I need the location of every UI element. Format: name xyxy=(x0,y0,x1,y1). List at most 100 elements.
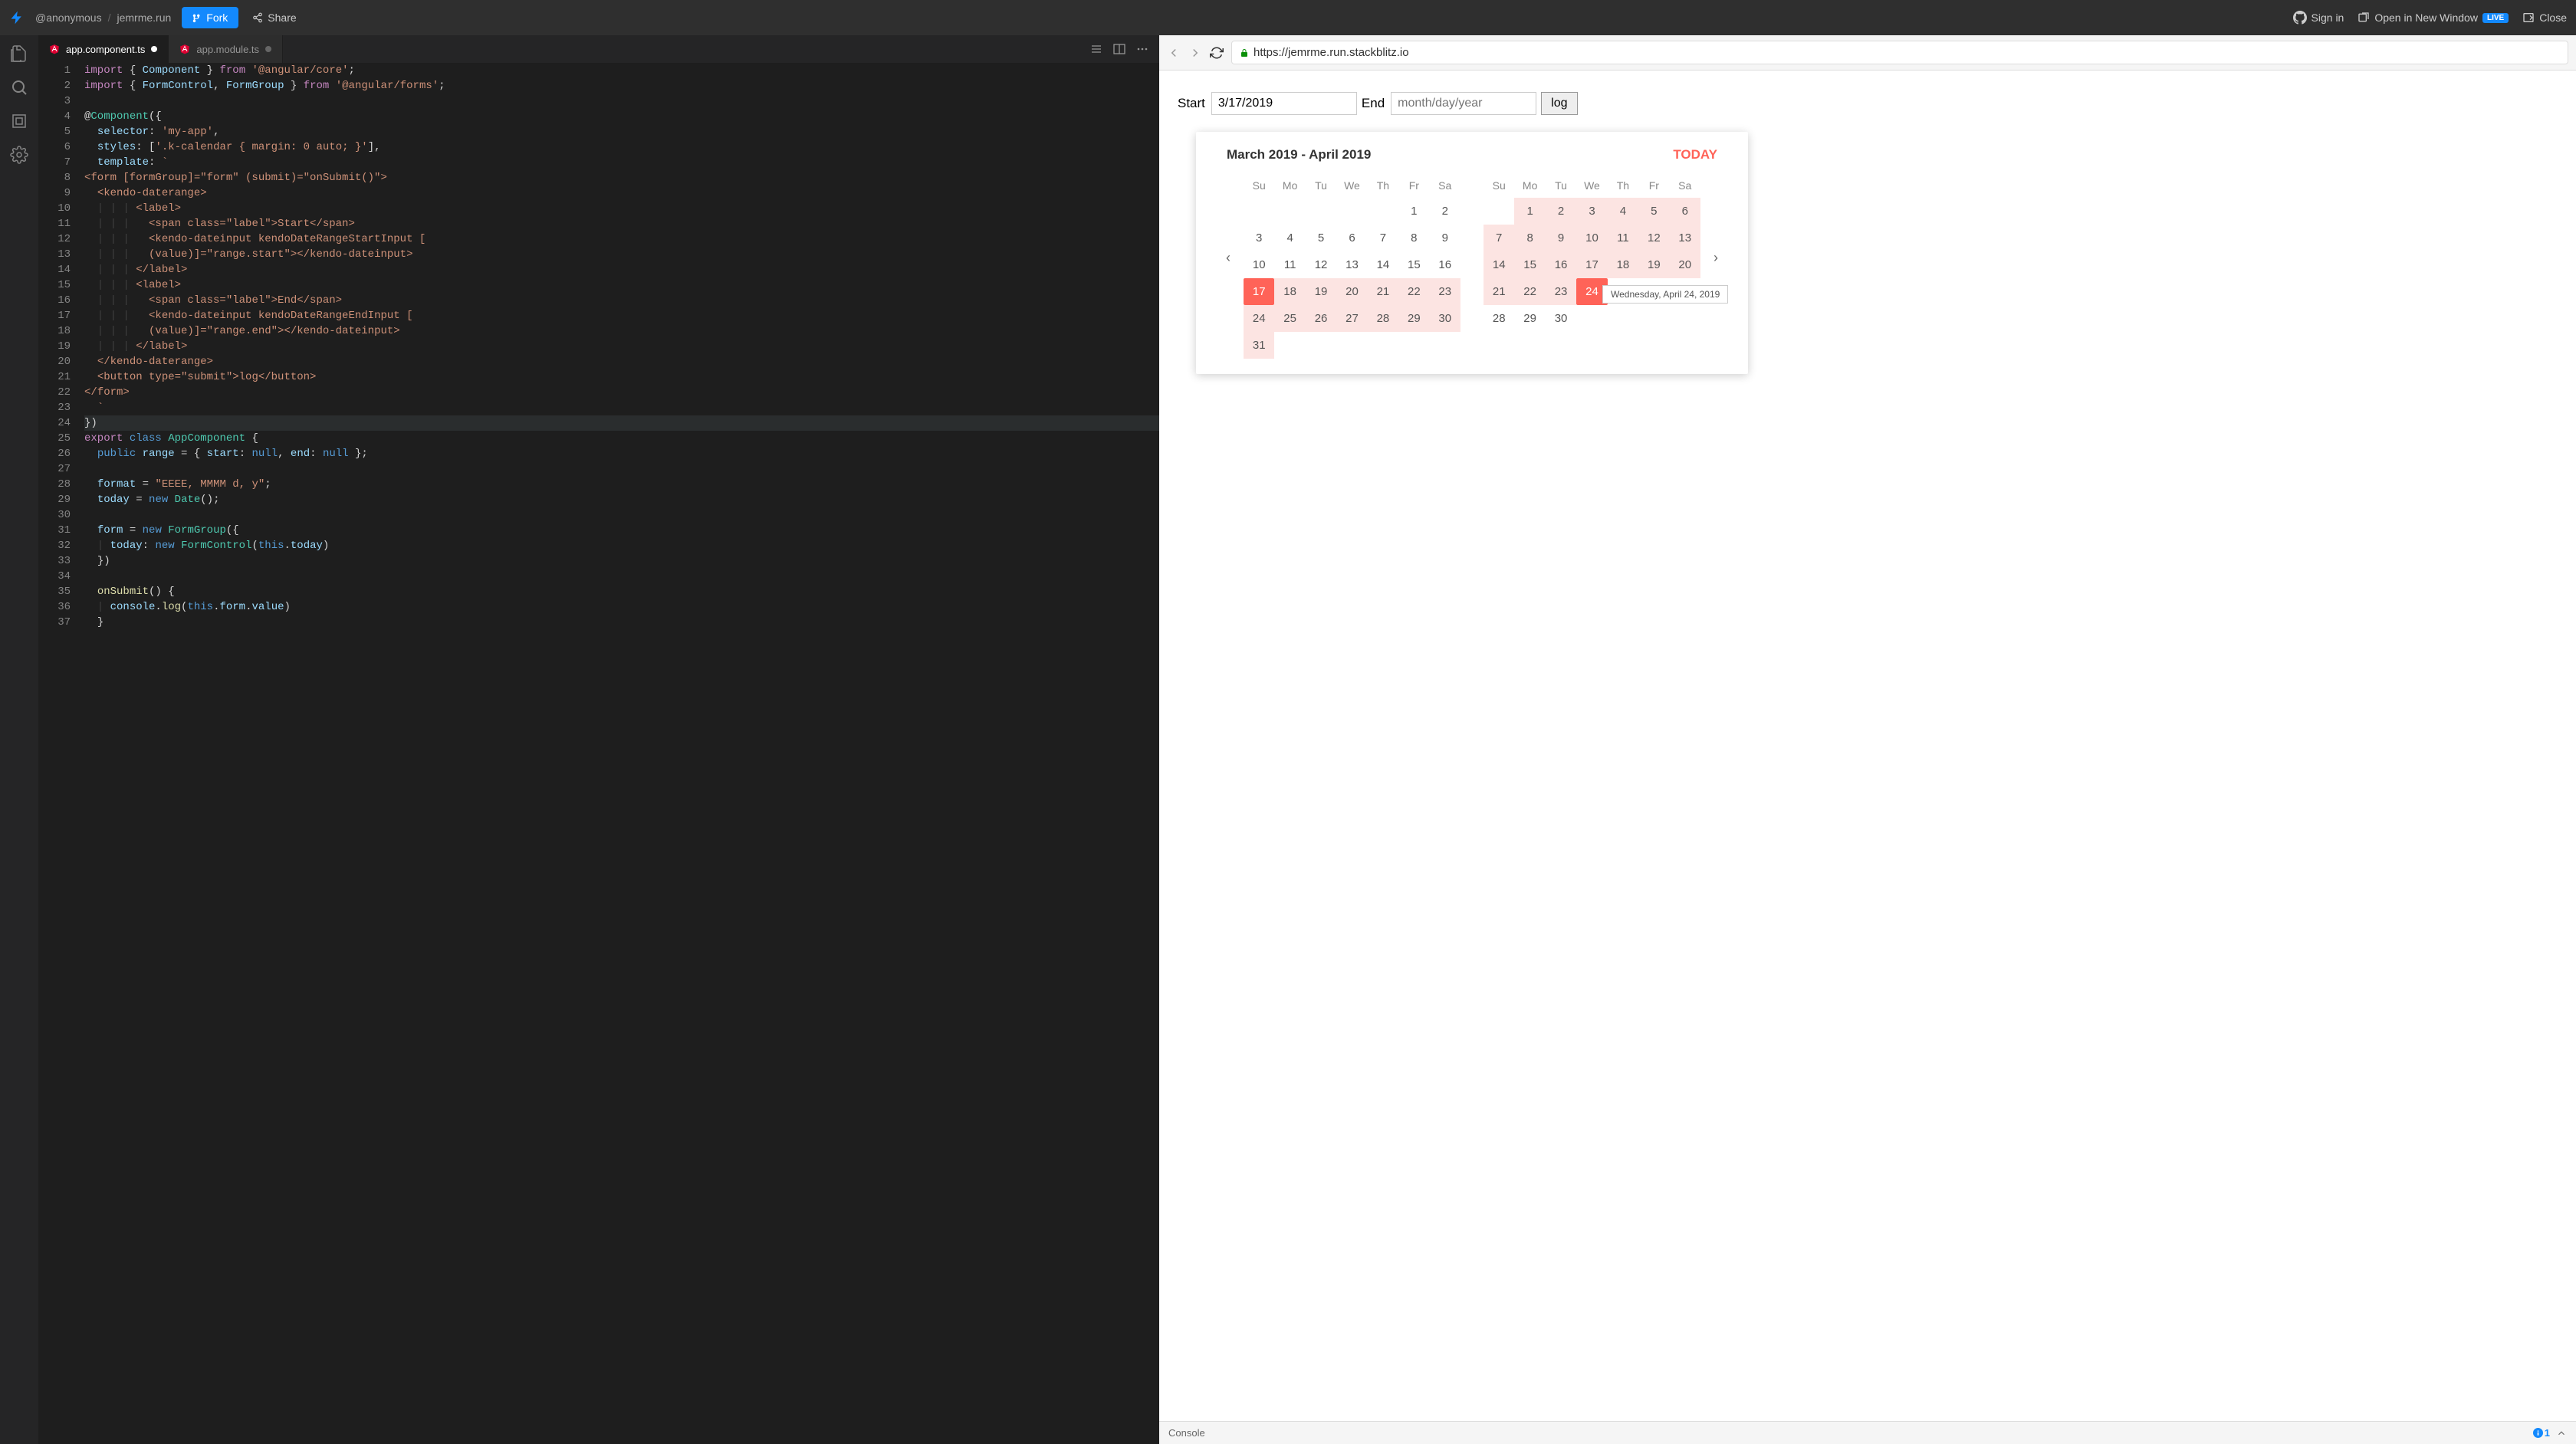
calendar-day[interactable]: 14 xyxy=(1484,251,1514,278)
code-line[interactable]: } xyxy=(84,615,1159,630)
file-tab[interactable]: app.component.ts xyxy=(38,35,169,63)
search-icon[interactable] xyxy=(10,78,28,97)
calendar-day[interactable]: 27 xyxy=(1336,305,1367,332)
code-line[interactable]: | | | <label> xyxy=(84,201,1159,216)
calendar-day[interactable]: 9 xyxy=(1430,225,1460,251)
url-input[interactable]: https://jemrme.run.stackblitz.io xyxy=(1231,41,2568,64)
ports-icon[interactable] xyxy=(10,112,28,130)
code-line[interactable]: | today: new FormControl(this.today) xyxy=(84,538,1159,553)
code-editor[interactable]: 1234567891011121314151617181920212223242… xyxy=(38,63,1159,1444)
calendar-day[interactable]: 19 xyxy=(1638,251,1669,278)
forward-icon[interactable] xyxy=(1188,46,1202,60)
code-line[interactable]: selector: 'my-app', xyxy=(84,124,1159,139)
code-line[interactable]: | | | <span class="label">End</span> xyxy=(84,293,1159,308)
calendar-day[interactable]: 17 xyxy=(1576,251,1607,278)
calendar-day[interactable]: 26 xyxy=(1306,305,1336,332)
end-date-input[interactable] xyxy=(1391,92,1536,115)
code-line[interactable]: | | | </label> xyxy=(84,262,1159,277)
calendar-day[interactable]: 6 xyxy=(1670,198,1700,225)
calendar-day[interactable]: 2 xyxy=(1546,198,1576,225)
calendar-day[interactable]: 3 xyxy=(1576,198,1607,225)
code-line[interactable]: export class AppComponent { xyxy=(84,431,1159,446)
calendar-day[interactable]: 11 xyxy=(1608,225,1638,251)
calendar-day[interactable]: 25 xyxy=(1274,305,1305,332)
breadcrumb-user[interactable]: @anonymous xyxy=(35,11,102,24)
calendar-day[interactable]: 28 xyxy=(1484,305,1514,332)
calendar-day[interactable]: 4 xyxy=(1274,225,1305,251)
calendar-day[interactable]: 24 xyxy=(1244,305,1274,332)
code-line[interactable]: public range = { start: null, end: null … xyxy=(84,446,1159,461)
code-line[interactable]: format = "EEEE, MMMM d, y"; xyxy=(84,477,1159,492)
calendar-day[interactable]: 7 xyxy=(1368,225,1398,251)
start-date-input[interactable] xyxy=(1211,92,1357,115)
calendar-day[interactable]: 15 xyxy=(1514,251,1545,278)
code-line[interactable]: <button type="submit">log</button> xyxy=(84,369,1159,385)
calendar-day[interactable]: 23 xyxy=(1546,278,1576,305)
code-line[interactable]: }) xyxy=(84,553,1159,569)
calendar-day[interactable]: 17 xyxy=(1244,278,1274,305)
calendar-day[interactable]: 19 xyxy=(1306,278,1336,305)
signin-button[interactable]: Sign in xyxy=(2293,11,2344,25)
back-icon[interactable] xyxy=(1167,46,1181,60)
code-line[interactable]: | | | <label> xyxy=(84,277,1159,293)
code-line[interactable]: import { FormControl, FormGroup } from '… xyxy=(84,78,1159,94)
calendar-day[interactable]: 10 xyxy=(1244,251,1274,278)
code-line[interactable]: | | | <span class="label">Start</span> xyxy=(84,216,1159,231)
calendar-day[interactable]: 29 xyxy=(1514,305,1545,332)
share-button[interactable]: Share xyxy=(245,7,304,28)
calendar-day[interactable]: 14 xyxy=(1368,251,1398,278)
calendar-day[interactable]: 4 xyxy=(1608,198,1638,225)
calendar-day[interactable]: 31 xyxy=(1244,332,1274,359)
calendar-today-button[interactable]: TODAY xyxy=(1673,147,1717,162)
calendar-prev-button[interactable]: ‹ xyxy=(1219,173,1237,266)
calendar-day[interactable]: 13 xyxy=(1670,225,1700,251)
calendar-day[interactable]: 5 xyxy=(1306,225,1336,251)
code-line[interactable] xyxy=(84,569,1159,584)
more-icon[interactable] xyxy=(1136,43,1148,55)
code-line[interactable]: form = new FormGroup({ xyxy=(84,523,1159,538)
fork-button[interactable]: Fork xyxy=(182,7,238,28)
calendar-next-button[interactable]: › xyxy=(1707,173,1725,266)
list-icon[interactable] xyxy=(1090,43,1102,55)
calendar-day[interactable]: 30 xyxy=(1546,305,1576,332)
calendar-day[interactable]: 7 xyxy=(1484,225,1514,251)
code-line[interactable]: | | | (value)]="range.end"></kendo-datei… xyxy=(84,323,1159,339)
code-line[interactable] xyxy=(84,461,1159,477)
calendar-day[interactable]: 13 xyxy=(1336,251,1367,278)
code-line[interactable]: template: ` xyxy=(84,155,1159,170)
close-button[interactable]: Close xyxy=(2522,11,2567,24)
code-line[interactable]: @Component({ xyxy=(84,109,1159,124)
code-line[interactable]: onSubmit() { xyxy=(84,584,1159,599)
log-button[interactable]: log xyxy=(1541,92,1577,115)
calendar-day[interactable]: 18 xyxy=(1274,278,1305,305)
code-line[interactable] xyxy=(84,507,1159,523)
code-line[interactable]: </form> xyxy=(84,385,1159,400)
calendar-day[interactable]: 20 xyxy=(1336,278,1367,305)
code-line[interactable] xyxy=(84,94,1159,109)
calendar-day[interactable]: 9 xyxy=(1546,225,1576,251)
code-line[interactable]: ` xyxy=(84,400,1159,415)
calendar-day[interactable]: 6 xyxy=(1336,225,1367,251)
file-tab[interactable]: app.module.ts xyxy=(169,35,283,63)
calendar-day[interactable]: 12 xyxy=(1638,225,1669,251)
calendar-day[interactable]: 29 xyxy=(1398,305,1429,332)
chevron-up-icon[interactable] xyxy=(2556,1428,2567,1439)
open-new-window-button[interactable]: Open in New Window LIVE xyxy=(2358,11,2509,24)
calendar-day[interactable]: 22 xyxy=(1398,278,1429,305)
calendar-day[interactable]: 28 xyxy=(1368,305,1398,332)
calendar-day[interactable]: 8 xyxy=(1398,225,1429,251)
calendar-day[interactable]: 10 xyxy=(1576,225,1607,251)
split-icon[interactable] xyxy=(1113,43,1125,55)
calendar-day[interactable]: 21 xyxy=(1484,278,1514,305)
calendar-day[interactable]: 8 xyxy=(1514,225,1545,251)
calendar-day[interactable]: 5 xyxy=(1638,198,1669,225)
calendar-day[interactable]: 11 xyxy=(1274,251,1305,278)
calendar-title[interactable]: March 2019 - April 2019 xyxy=(1227,147,1371,162)
calendar-day[interactable]: 12 xyxy=(1306,251,1336,278)
calendar-day[interactable]: 16 xyxy=(1430,251,1460,278)
settings-icon[interactable] xyxy=(10,146,28,164)
files-icon[interactable] xyxy=(10,44,28,63)
code-line[interactable]: <kendo-daterange> xyxy=(84,185,1159,201)
calendar-day[interactable]: 30 xyxy=(1430,305,1460,332)
reload-icon[interactable] xyxy=(1210,46,1224,60)
